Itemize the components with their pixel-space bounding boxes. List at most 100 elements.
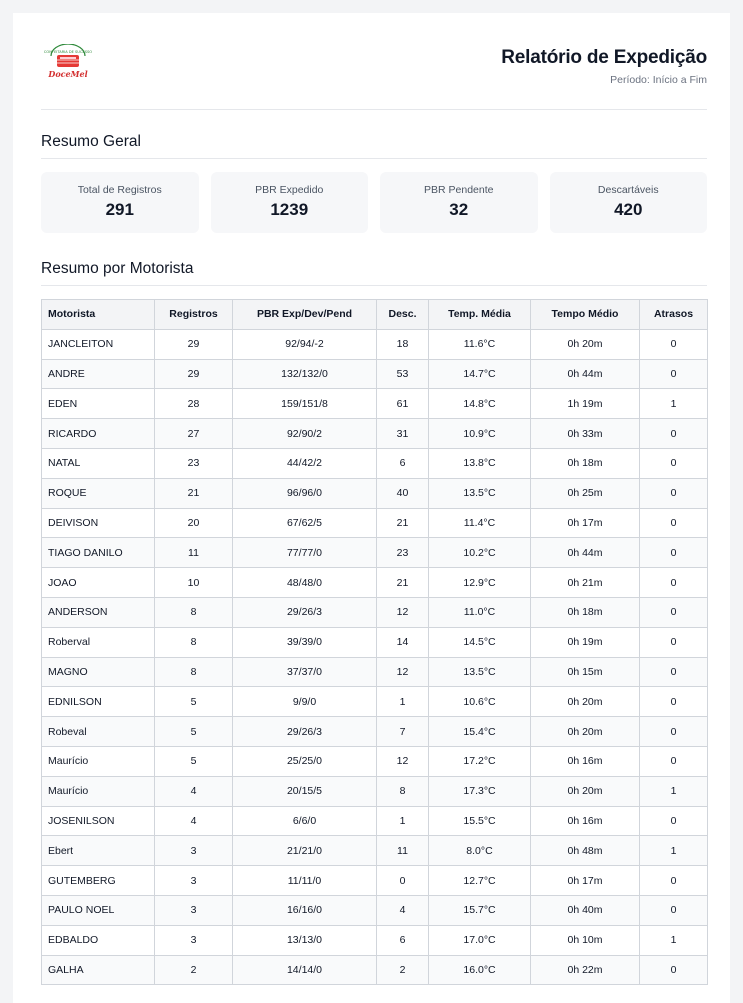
cell-registros: 8 (154, 656, 233, 688)
summary-cards: Total de Registros 291 PBR Expedido 1239… (41, 172, 707, 233)
table-row: Maurício 5 25/25/0 12 17.2°C 0h 16m 0 (41, 745, 708, 777)
table-row: EDBALDO 3 13/13/0 6 17.0°C 0h 10m 1 (41, 924, 708, 956)
cell-temp-media: 16.0°C (428, 954, 531, 986)
cell-desc: 14 (376, 626, 429, 658)
cell-motorista: MAGNO (41, 656, 155, 688)
cell-pbr: 39/39/0 (232, 626, 377, 658)
cell-desc: 61 (376, 388, 429, 420)
cell-registros: 3 (154, 894, 233, 926)
card-pbr-expedido: PBR Expedido 1239 (210, 172, 368, 233)
cell-temp-media: 10.6°C (428, 686, 531, 718)
table-row: ANDERSON 8 29/26/3 12 11.0°C 0h 18m 0 (41, 596, 708, 628)
column-header-tempo-medio: Tempo Médio (530, 299, 640, 330)
cell-temp-media: 17.2°C (428, 745, 531, 777)
cell-registros: 5 (154, 716, 233, 747)
cell-registros: 29 (154, 358, 233, 390)
table-row: EDEN 28 159/151/8 61 14.8°C 1h 19m 1 (41, 388, 708, 420)
cell-desc: 12 (376, 596, 429, 628)
card-pbr-pendente: PBR Pendente 32 (380, 172, 538, 233)
cell-pbr: 44/42/2 (232, 447, 377, 479)
cell-registros: 8 (154, 626, 233, 658)
cell-registros: 10 (154, 567, 233, 598)
cell-temp-media: 13.5°C (428, 477, 531, 509)
cell-temp-media: 8.0°C (428, 835, 531, 867)
report-title: Relatório de Expedição (501, 47, 707, 68)
cell-atrasos: 0 (639, 358, 708, 390)
cell-desc: 1 (376, 805, 429, 837)
table-row: PAULO NOEL 3 16/16/0 4 15.7°C 0h 40m 0 (41, 894, 708, 926)
column-header-desc: Desc. (376, 299, 429, 330)
cell-temp-media: 10.9°C (428, 418, 531, 449)
cell-registros: 29 (154, 328, 233, 360)
table-row: Roberval 8 39/39/0 14 14.5°C 0h 19m 0 (41, 626, 708, 658)
company-logo: CONFEITARIA DE SUCESSO DoceMel (44, 44, 92, 79)
cell-desc: 21 (376, 507, 429, 539)
cell-pbr: 20/15/5 (232, 775, 377, 807)
cell-desc: 53 (376, 358, 429, 390)
report-period: Período: Início a Fim (610, 74, 707, 86)
cell-atrasos: 1 (639, 388, 708, 420)
cell-pbr: 25/25/0 (232, 745, 377, 777)
cell-atrasos: 0 (639, 894, 708, 926)
cell-temp-media: 13.5°C (428, 656, 531, 688)
cell-desc: 12 (376, 656, 429, 688)
cell-desc: 8 (376, 775, 429, 807)
cell-motorista: EDEN (41, 388, 155, 420)
cell-registros: 5 (154, 686, 233, 718)
cell-desc: 4 (376, 894, 429, 926)
card-descartaveis: Descartáveis 420 (549, 172, 707, 233)
cell-tempo-medio: 0h 40m (530, 894, 640, 926)
cell-tempo-medio: 0h 16m (530, 745, 640, 777)
table-row: NATAL 23 44/42/2 6 13.8°C 0h 18m 0 (41, 447, 708, 479)
cell-tempo-medio: 0h 18m (530, 596, 640, 628)
cell-pbr: 11/11/0 (232, 865, 377, 896)
cell-temp-media: 15.5°C (428, 805, 531, 837)
cell-registros: 11 (154, 537, 233, 569)
table-row: RICARDO 27 92/90/2 31 10.9°C 0h 33m 0 (41, 418, 708, 449)
table-row: GALHA 2 14/14/0 2 16.0°C 0h 22m 0 (41, 954, 708, 986)
cell-temp-media: 15.7°C (428, 894, 531, 926)
cell-pbr: 37/37/0 (232, 656, 377, 688)
cell-desc: 21 (376, 567, 429, 598)
cell-pbr: 132/132/0 (232, 358, 377, 390)
cell-registros: 8 (154, 596, 233, 628)
cell-desc: 6 (376, 924, 429, 956)
cell-pbr: 96/96/0 (232, 477, 377, 509)
cell-tempo-medio: 0h 48m (530, 835, 640, 867)
cell-motorista: ANDRE (41, 358, 155, 390)
cell-temp-media: 12.9°C (428, 567, 531, 598)
summary-section-title: Resumo Geral (41, 133, 707, 159)
cell-atrasos: 0 (639, 656, 708, 688)
cell-tempo-medio: 0h 19m (530, 626, 640, 658)
cell-motorista: JOAO (41, 567, 155, 598)
table-row: MAGNO 8 37/37/0 12 13.5°C 0h 15m 0 (41, 656, 708, 688)
table-row: DEIVISON 20 67/62/5 21 11.4°C 0h 17m 0 (41, 507, 708, 539)
table-row: EDNILSON 5 9/9/0 1 10.6°C 0h 20m 0 (41, 686, 708, 718)
cell-pbr: 29/26/3 (232, 716, 377, 747)
table-row: GUTEMBERG 3 11/11/0 0 12.7°C 0h 17m 0 (41, 865, 708, 896)
cell-temp-media: 17.3°C (428, 775, 531, 807)
cell-atrasos: 0 (639, 507, 708, 539)
cell-motorista: JANCLEITON (41, 328, 155, 360)
cell-desc: 23 (376, 537, 429, 569)
cell-temp-media: 15.4°C (428, 716, 531, 747)
cell-atrasos: 0 (639, 567, 708, 598)
cell-atrasos: 0 (639, 328, 708, 360)
cell-tempo-medio: 0h 17m (530, 865, 640, 896)
card-value: 420 (614, 200, 643, 219)
cell-registros: 23 (154, 447, 233, 479)
cell-tempo-medio: 0h 21m (530, 567, 640, 598)
cell-desc: 40 (376, 477, 429, 509)
table-row: Ebert 3 21/21/0 11 8.0°C 0h 48m 1 (41, 835, 708, 867)
cell-atrasos: 0 (639, 865, 708, 896)
cell-temp-media: 14.7°C (428, 358, 531, 390)
title-block: Relatório de Expedição Período: Início a… (501, 44, 707, 86)
column-header-temp-media: Temp. Média (428, 299, 531, 330)
cell-tempo-medio: 0h 20m (530, 686, 640, 718)
cell-pbr: 29/26/3 (232, 596, 377, 628)
cell-motorista: GALHA (41, 954, 155, 986)
cell-motorista: Ebert (41, 835, 155, 867)
cell-desc: 2 (376, 954, 429, 986)
cell-tempo-medio: 0h 22m (530, 954, 640, 986)
cell-registros: 4 (154, 805, 233, 837)
